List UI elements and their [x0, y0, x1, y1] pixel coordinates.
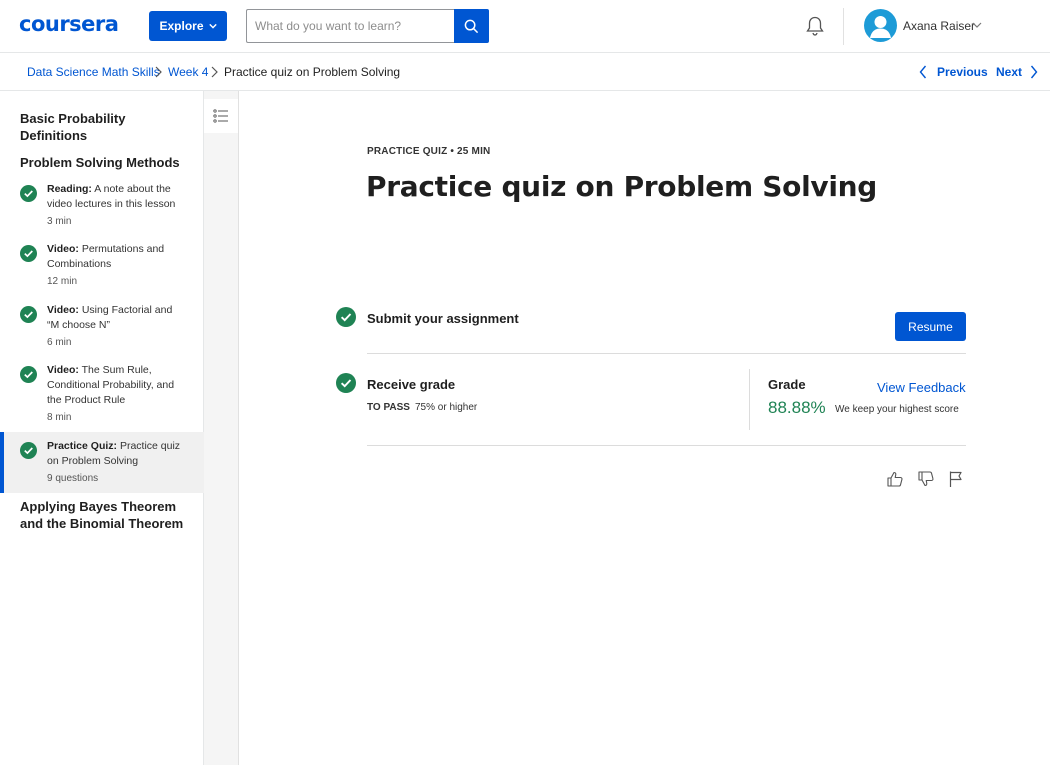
divider	[367, 353, 966, 354]
resume-button[interactable]: Resume	[895, 312, 966, 341]
item-duration: 8 min	[47, 412, 72, 423]
checkmark-circle-icon	[336, 373, 356, 393]
breadcrumb-current: Practice quiz on Problem Solving	[224, 65, 401, 79]
grade-divider	[749, 369, 750, 430]
item-duration: 6 min	[47, 337, 72, 348]
view-feedback-link[interactable]: View Feedback	[877, 380, 966, 395]
submit-assignment-title: Submit your assignment	[367, 311, 519, 326]
grade-value: 88.88%	[768, 398, 826, 417]
chevron-right-icon	[211, 66, 218, 78]
header-divider	[843, 8, 844, 45]
item-type: Video:	[47, 364, 79, 376]
avatar-icon	[870, 16, 891, 38]
chevron-down-icon[interactable]	[972, 21, 982, 29]
sidebar-item-video[interactable]: Video: The Sum Rule, Conditional Probabi…	[0, 363, 204, 425]
bell-icon[interactable]	[804, 15, 826, 37]
list-icon	[213, 109, 228, 123]
flag-icon[interactable]	[947, 470, 965, 488]
checkmark-circle-icon	[20, 245, 37, 262]
sidebar-item-practice-quiz[interactable]: Practice Quiz: Practice quiz on Problem …	[0, 432, 204, 493]
checkmark-circle-icon	[20, 185, 37, 202]
explore-label: Explore	[159, 19, 204, 33]
chevron-down-icon	[208, 23, 217, 29]
page-title: Practice quiz on Problem Solving	[366, 170, 878, 203]
chevron-left-icon[interactable]	[919, 65, 927, 79]
course-sidebar: Basic Probability Definitions Problem So…	[0, 91, 204, 765]
item-type: Video:	[47, 243, 79, 255]
module-title[interactable]: Applying Bayes Theorem and the Binomial …	[20, 498, 190, 532]
thumbs-down-icon[interactable]	[917, 470, 935, 488]
item-duration: 9 questions	[47, 473, 99, 484]
explore-button[interactable]: Explore	[149, 11, 227, 41]
sidebar-item-video[interactable]: Video: Permutations and Combinations 12 …	[0, 242, 204, 290]
item-type: Practice Quiz:	[47, 440, 118, 452]
avatar[interactable]	[864, 9, 897, 42]
top-header: coursera Explore Axana Raiser	[0, 0, 1050, 53]
search-icon	[464, 19, 479, 33]
search-button[interactable]	[454, 9, 489, 43]
breadcrumb-course[interactable]: Data Science Math Skills	[27, 65, 160, 79]
search-input[interactable]	[246, 9, 455, 43]
coursera-logo[interactable]: coursera	[19, 12, 119, 36]
sidebar-item-video[interactable]: Video: Using Factorial and “M choose N” …	[0, 303, 204, 351]
toc-toggle-button[interactable]	[204, 99, 238, 133]
grade-label: Grade	[768, 377, 806, 392]
grade-note: We keep your highest score	[835, 404, 959, 415]
quiz-eyebrow: PRACTICE QUIZ • 25 MIN	[367, 146, 491, 157]
next-link[interactable]: Next	[996, 65, 1022, 79]
to-pass-value: 75% or higher	[414, 402, 478, 413]
item-duration: 12 min	[47, 276, 78, 287]
chevron-right-icon[interactable]	[1030, 65, 1038, 79]
breadcrumb-week[interactable]: Week 4	[168, 65, 208, 79]
chevron-right-icon	[155, 66, 162, 78]
to-pass-requirement: TO PASS 75% or higher	[367, 402, 477, 413]
toc-panel	[204, 91, 239, 765]
checkmark-circle-icon	[20, 306, 37, 323]
item-duration: 3 min	[47, 216, 72, 227]
divider	[367, 445, 966, 446]
user-name[interactable]: Axana Raiser	[903, 19, 975, 33]
thumbs-up-icon[interactable]	[886, 470, 904, 488]
to-pass-label: TO PASS	[367, 402, 410, 413]
checkmark-circle-icon	[20, 442, 37, 459]
breadcrumb: Data Science Math Skills Week 4 Practice…	[0, 53, 1050, 91]
module-title[interactable]: Problem Solving Methods	[20, 154, 190, 171]
previous-link[interactable]: Previous	[937, 65, 988, 79]
sidebar-item-reading[interactable]: Reading: A note about the video lectures…	[0, 182, 204, 230]
module-title[interactable]: Basic Probability Definitions	[20, 110, 190, 144]
checkmark-circle-icon	[20, 366, 37, 383]
receive-grade-title: Receive grade	[367, 377, 456, 392]
checkmark-circle-icon	[336, 307, 356, 327]
item-type: Video:	[47, 304, 79, 316]
item-type: Reading:	[47, 183, 92, 195]
